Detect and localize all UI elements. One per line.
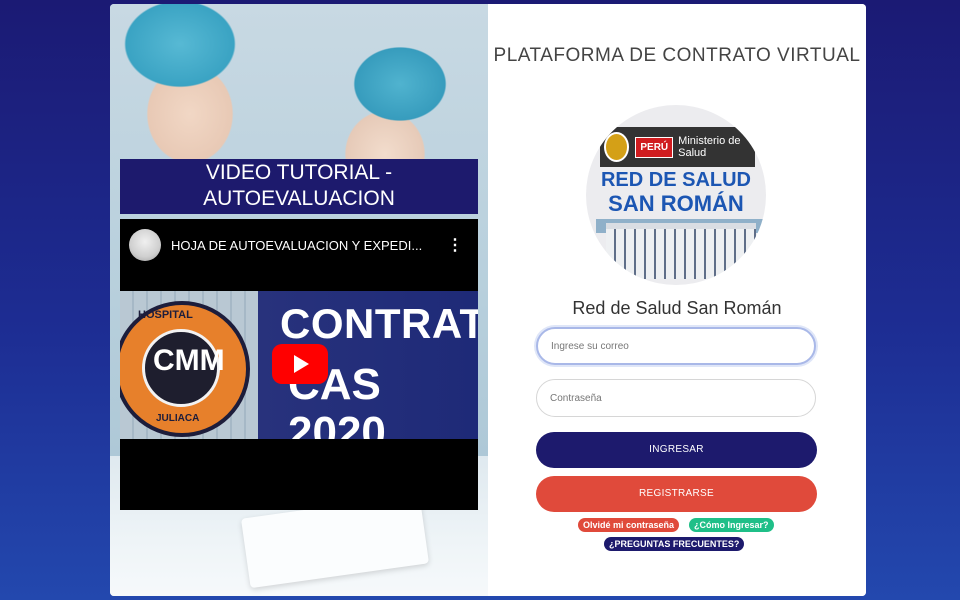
- brand-san-roman: SAN ROMÁN: [608, 191, 744, 216]
- hospital-logo: HOSPITAL CMM JULIACA: [120, 301, 250, 437]
- organization-name: Red de Salud San Román: [572, 298, 782, 318]
- more-options-icon[interactable]: ⋮: [447, 235, 463, 255]
- register-button[interactable]: REGISTRARSE: [536, 476, 817, 512]
- login-card: VIDEO TUTORIAL - AUTOEVALUACION HOJA DE …: [110, 4, 866, 596]
- shield-icon: [604, 132, 630, 162]
- thumbnail-line1: CONTRATO: [280, 300, 478, 347]
- platform-title: PLATAFORMA DE CONTRATO VIRTUAL: [493, 45, 861, 66]
- embedded-video-player[interactable]: HOJA DE AUTOEVALUACION Y EXPEDI... ⋮ HOS…: [120, 219, 478, 510]
- how-to-login-link[interactable]: ¿Cómo Ingresar?: [689, 518, 774, 532]
- video-title[interactable]: HOJA DE AUTOEVALUACION Y EXPEDI...: [171, 238, 441, 253]
- hospital-logo-bottom-text: JULIACA: [156, 413, 200, 424]
- hospital-logo-inner: CMM: [142, 329, 225, 407]
- channel-avatar[interactable]: [129, 229, 161, 261]
- email-field[interactable]: [536, 327, 816, 365]
- password-field[interactable]: [536, 379, 816, 417]
- brand-red-de-salud: RED DE SALUD: [600, 169, 751, 191]
- hospital-building-image: [606, 223, 756, 279]
- minsa-banner: PERÚ Ministerio de Salud: [600, 127, 755, 167]
- video-header: HOJA DE AUTOEVALUACION Y EXPEDI... ⋮: [120, 219, 478, 271]
- login-button[interactable]: INGRESAR: [536, 432, 817, 468]
- hospital-logo-top-text: HOSPITAL: [138, 309, 193, 321]
- video-tutorial-heading: VIDEO TUTORIAL - AUTOEVALUACION: [120, 159, 478, 214]
- play-icon[interactable]: [272, 344, 328, 384]
- ministerio-label: Ministerio de Salud: [678, 135, 741, 159]
- peru-label: PERÚ: [635, 136, 674, 158]
- brand-logo: PERÚ Ministerio de Salud RED DE SALUD SA…: [586, 105, 766, 285]
- faq-link[interactable]: ¿PREGUNTAS FRECUENTES?: [604, 537, 745, 551]
- login-panel: PLATAFORMA DE CONTRATO VIRTUAL PERÚ Mini…: [488, 4, 866, 596]
- forgot-password-link[interactable]: Olvidé mi contraseña: [578, 518, 680, 532]
- hospital-logo-mark: CMM: [153, 344, 225, 377]
- promo-panel: VIDEO TUTORIAL - AUTOEVALUACION HOJA DE …: [110, 4, 488, 596]
